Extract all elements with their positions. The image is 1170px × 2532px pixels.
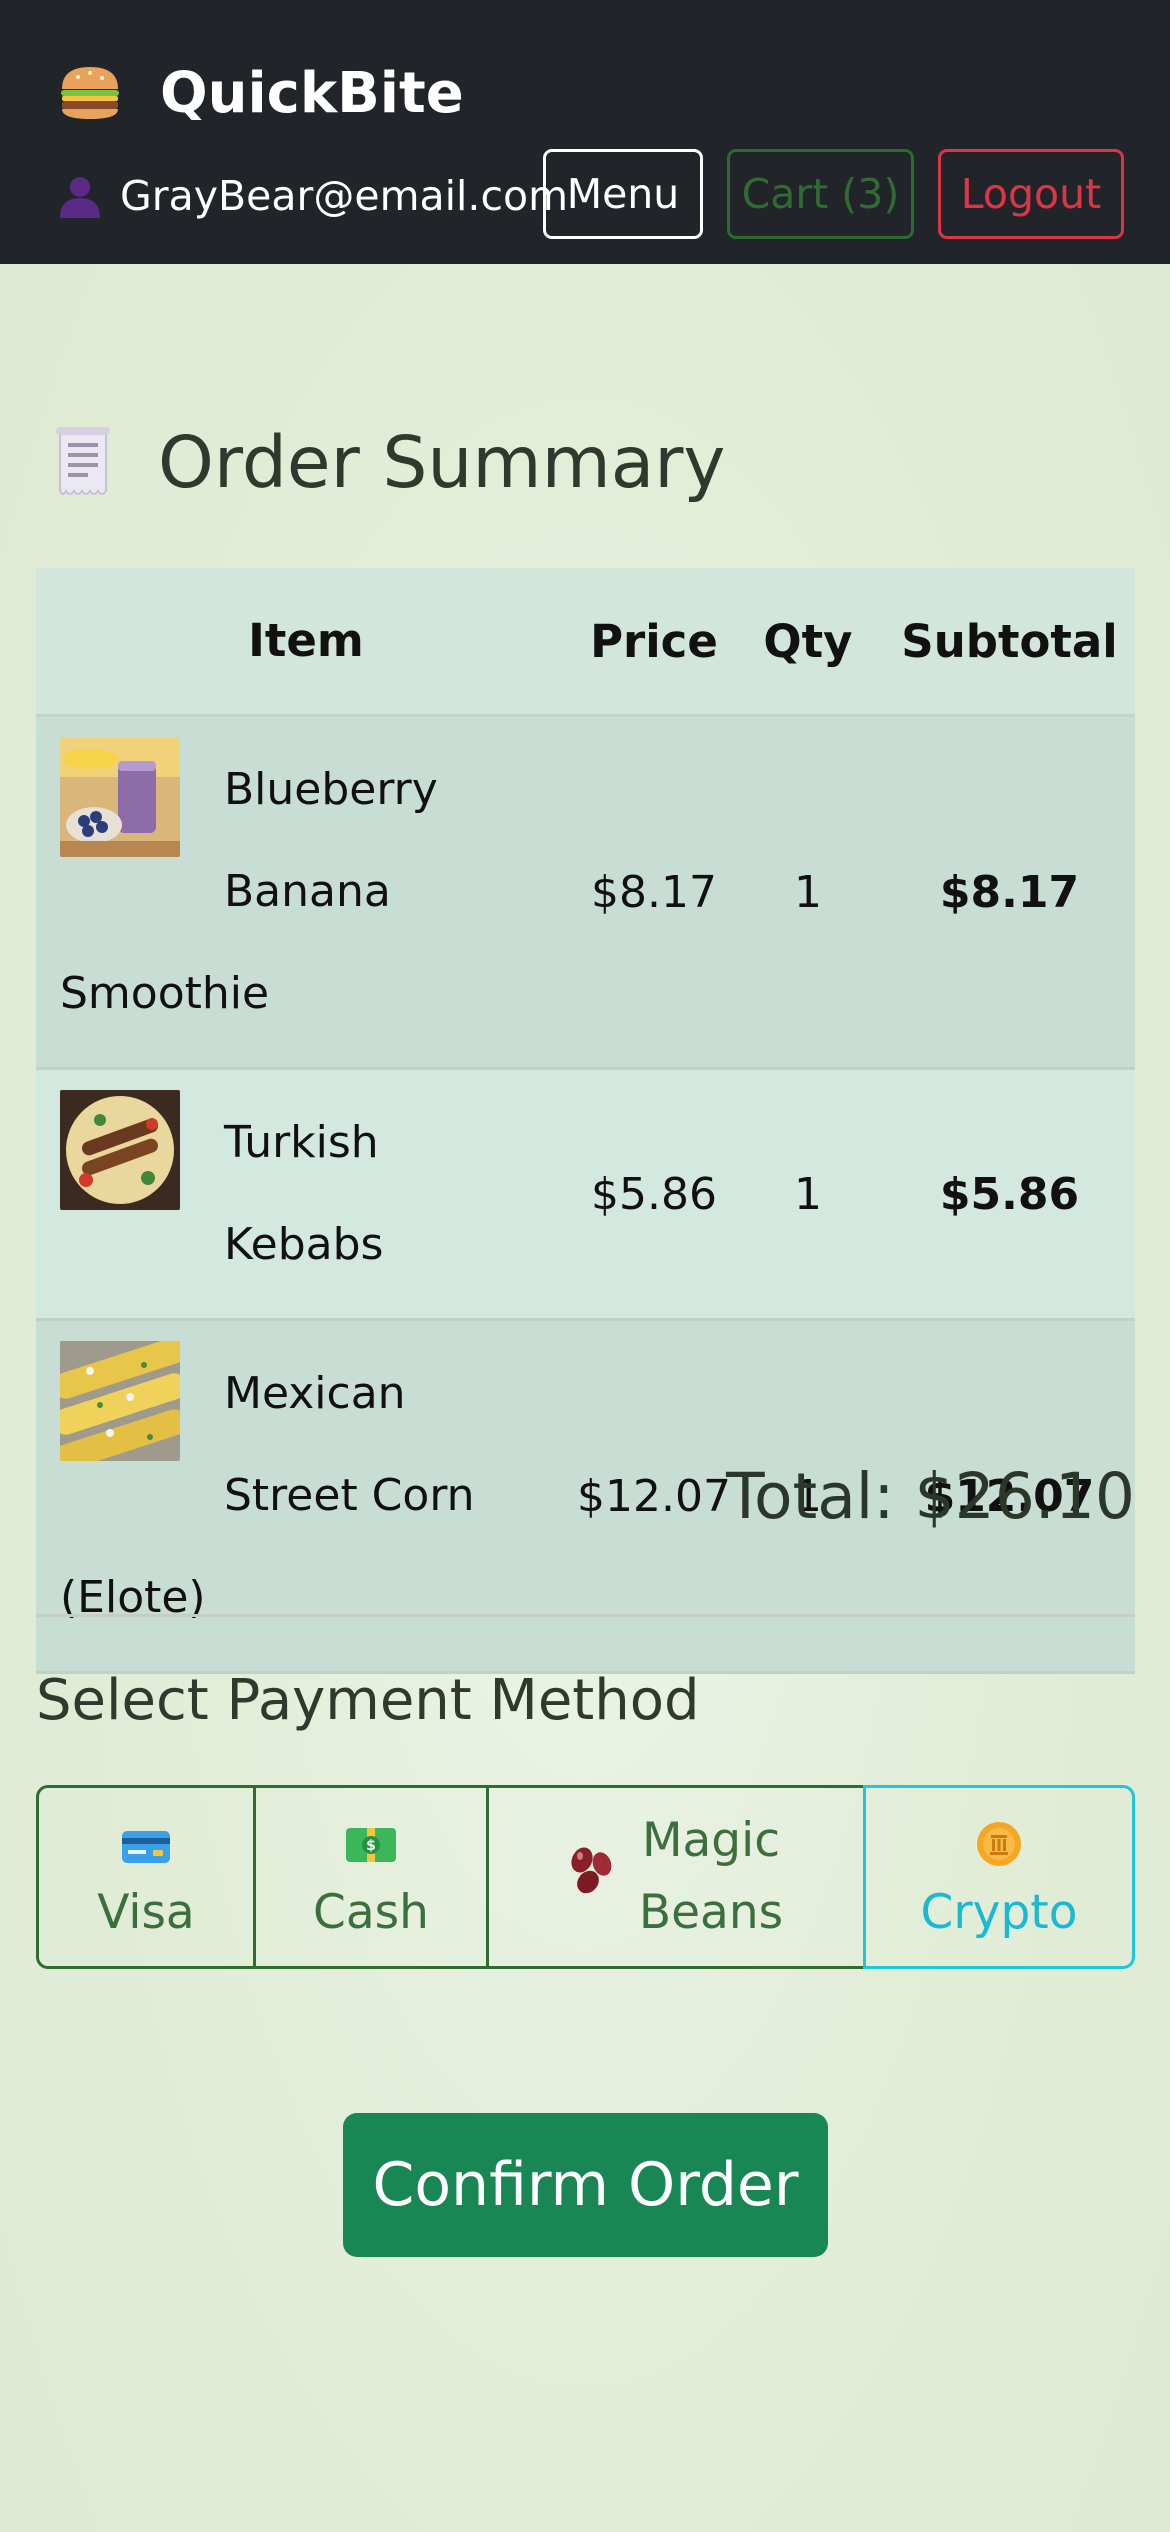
- payment-option-visa[interactable]: Visa: [36, 1785, 256, 1969]
- user-email: GrayBear@email.com: [120, 172, 569, 220]
- item-price: $12.07: [576, 1319, 732, 1674]
- payment-label: Magic Beans: [638, 1813, 784, 1940]
- item-subtotal: $5.86: [883, 1068, 1135, 1321]
- user-info: GrayBear@email.com: [58, 166, 568, 226]
- brand-name: QuickBite: [160, 60, 464, 126]
- item-name: Turkish Kebabs: [224, 1117, 384, 1270]
- payment-label: Crypto: [920, 1884, 1078, 1940]
- payment-option-crypto[interactable]: Crypto: [863, 1785, 1135, 1969]
- item-qty: 1: [731, 715, 884, 1070]
- header-subtotal: Subtotal: [883, 568, 1135, 717]
- elote-image: [60, 1341, 180, 1461]
- smoothie-image: [60, 737, 180, 857]
- kebabs-image: [60, 1090, 180, 1210]
- item-cell: Mexican Street Corn (Elote): [36, 1319, 576, 1674]
- table-row: Blueberry Banana Smoothie $8.17 1 $8.17: [36, 715, 1135, 1070]
- beans-icon: [566, 1846, 618, 1908]
- item-cell: Blueberry Banana Smoothie: [36, 715, 576, 1070]
- table-header-row: Item Price Qty Subtotal: [36, 568, 1135, 717]
- header-price: Price: [576, 568, 732, 717]
- navbar: QuickBite GrayBear@email.com Menu Cart (…: [0, 0, 1170, 264]
- menu-button[interactable]: Menu: [543, 149, 703, 239]
- cart-button[interactable]: Cart (3): [727, 149, 914, 239]
- payment-option-magic-beans[interactable]: Magic Beans: [486, 1785, 866, 1969]
- page-header: Order Summary: [52, 416, 725, 508]
- item-price: $8.17: [576, 715, 732, 1070]
- coin-icon: [975, 1820, 1023, 1880]
- page-title: Order Summary: [158, 420, 726, 504]
- table-row: Turkish Kebabs $5.86 1 $5.86: [36, 1068, 1135, 1321]
- header-item: Item: [36, 568, 576, 717]
- user-silhouette-icon: [58, 174, 102, 218]
- item-qty: 1: [731, 1068, 884, 1321]
- header-qty: Qty: [731, 568, 884, 717]
- order-total: Total: $26.10: [726, 1460, 1135, 1533]
- payment-option-cash[interactable]: $ Cash: [253, 1785, 489, 1969]
- confirm-order-button[interactable]: Confirm Order: [343, 2113, 828, 2257]
- payment-label: Visa: [97, 1884, 195, 1940]
- credit-card-icon: [121, 1822, 171, 1877]
- svg-text:$: $: [366, 1838, 376, 1854]
- dollar-bill-icon: $: [345, 1822, 397, 1877]
- payment-label: Cash: [313, 1884, 429, 1940]
- receipt-icon: [52, 425, 114, 499]
- item-price: $5.86: [576, 1068, 732, 1321]
- payment-title: Select Payment Method: [36, 1668, 700, 1733]
- payment-method-group: Visa $ Cash Magic Beans Crypto: [36, 1785, 1135, 1969]
- item-cell: Turkish Kebabs: [36, 1068, 576, 1321]
- logout-button[interactable]: Logout: [938, 149, 1124, 239]
- divider: [36, 1614, 1135, 1617]
- hamburger-icon: [58, 63, 122, 123]
- item-subtotal: $8.17: [883, 715, 1135, 1070]
- brand[interactable]: QuickBite: [58, 58, 464, 128]
